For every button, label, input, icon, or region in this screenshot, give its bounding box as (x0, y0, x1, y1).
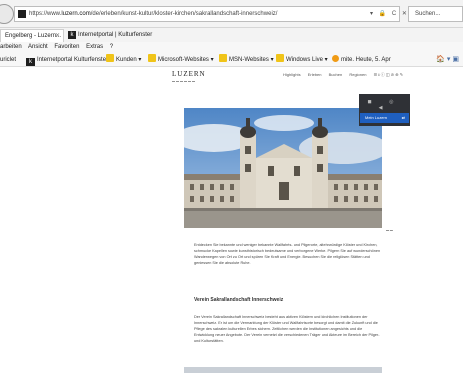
association-paragraph: Der Verein Sakrallandschaft Innerschweiz… (194, 315, 380, 343)
site-navigation: Highlights Erleben Buchen Regionen ☰ ⭳ ⓘ… (283, 72, 409, 79)
favorite-label: Microsoft-Websites ▾ (158, 57, 214, 63)
tab-label: Engelberg - Luzern... (5, 33, 62, 39)
mite-icon (332, 55, 339, 62)
favorite-label: Internetportal Kulturfenster (37, 57, 109, 63)
url-path: /de/erleben/kunst-kultur/kloster-kirchen… (90, 11, 278, 17)
tab-kulturfenster[interactable]: k Internetportal | Kulturfenster (66, 29, 156, 42)
site-favicon-icon (18, 10, 26, 18)
url-domain: luzern.com (61, 11, 91, 17)
menu-item-help[interactable]: ? (110, 44, 113, 50)
photo-credit-mark: ▬ ▬ (386, 228, 393, 232)
nav-item-buchen[interactable]: Buchen (329, 72, 343, 77)
address-bar-row: https://www.luzern.com/de/erleben/kunst-… (0, 0, 463, 28)
folder-icon (276, 54, 284, 62)
favorite-label: Kunden ▾ (116, 57, 142, 63)
menu-item-bearbeiten[interactable]: arbeiten (0, 44, 22, 50)
address-field[interactable]: https://www.luzern.com/de/erleben/kunst-… (14, 6, 400, 22)
favorite-kunden[interactable]: Kunden ▾ (106, 53, 142, 66)
url-prefix: https://www. (29, 11, 62, 17)
favorite-label: mite. Heute, 5. Apr (341, 57, 391, 63)
site-logo[interactable]: LUZERN (172, 70, 206, 78)
search-input[interactable]: Suchen... (408, 6, 463, 22)
mein-luzern-label: Mein Luzern (365, 115, 388, 120)
web-page: LUZERN ▬▬▬▬▬▬ Highlights Erleben Buchen … (0, 67, 463, 373)
panel-icons[interactable]: ◼ ◎ ◀ (359, 99, 410, 111)
close-icon[interactable]: ✕ (55, 30, 60, 42)
favorite-windows-live[interactable]: Windows Live ▾ (276, 53, 328, 66)
favorites-bar: uriclet k Internetportal Kulturfenster Ku… (0, 53, 463, 67)
menu-bar: arbeiten Ansicht Favoriten Extras ? (0, 42, 463, 53)
favorite-mite[interactable]: mite. Heute, 5. Apr (332, 53, 391, 66)
address-controls[interactable]: ▾ 🔒 C ✕ (370, 10, 409, 17)
monastery-photo (184, 108, 382, 228)
favorite-label: MSN-Websites ▾ (229, 57, 274, 63)
menu-item-favoriten[interactable]: Favoriten (54, 44, 79, 50)
favorite-label: Windows Live ▾ (286, 57, 328, 63)
next-image-strip (184, 367, 382, 373)
monastery-photo-drawing (184, 108, 382, 228)
intro-paragraph: Entdecken Sie bekannte und weniger bekan… (194, 243, 381, 265)
nav-item-regionen[interactable]: Regionen (349, 72, 366, 77)
favorite-kulturfenster[interactable]: k Internetportal Kulturfenster (26, 53, 109, 66)
mein-luzern-button[interactable]: Mein Luzern ⇄ (360, 113, 409, 123)
menu-item-ansicht[interactable]: Ansicht (28, 44, 48, 50)
kulturfenster-icon: k (26, 58, 35, 66)
favorite-uriclet[interactable]: uriclet (0, 53, 16, 66)
nav-tool-icons[interactable]: ☰ ⭳ ⓘ ◫ ⊘ ⊕ ✎ (374, 72, 404, 77)
tab-engelberg[interactable]: Engelberg - Luzern... ✕ (0, 29, 64, 42)
home-icon[interactable]: 🏠 ▾ ▣ (436, 53, 459, 66)
switch-icon: ⇄ (401, 115, 405, 120)
user-dropdown-panel: ◼ ◎ ◀ Mein Luzern ⇄ (359, 94, 410, 126)
folder-icon (148, 54, 156, 62)
tab-bar: Engelberg - Luzern... ✕ k Internetportal… (0, 28, 463, 42)
nav-item-erleben[interactable]: Erleben (308, 72, 322, 77)
section-title: Verein Sakrallandschaft Innerschweiz (194, 297, 284, 303)
folder-icon (219, 54, 227, 62)
kulturfenster-icon: k (68, 31, 76, 39)
back-button[interactable] (0, 4, 14, 24)
logo-underline: ▬▬▬▬▬▬ (172, 79, 196, 83)
tab-label: Internetportal | Kulturfenster (78, 32, 153, 38)
menu-item-extras[interactable]: Extras (86, 44, 103, 50)
favorite-microsoft-websites[interactable]: Microsoft-Websites ▾ (148, 53, 214, 66)
folder-icon (106, 54, 114, 62)
favorite-msn-websites[interactable]: MSN-Websites ▾ (219, 53, 274, 66)
nav-item-highlights[interactable]: Highlights (283, 72, 301, 77)
